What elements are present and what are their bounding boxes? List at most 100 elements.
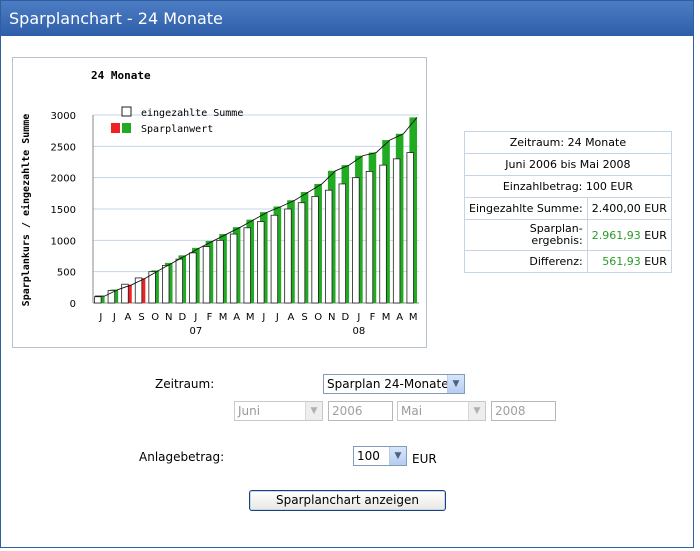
eingezahlt-bar bbox=[148, 271, 156, 304]
x-tick-label: A bbox=[396, 312, 403, 323]
y-tick-label: 2500 bbox=[51, 142, 76, 153]
eingezahlt-bar bbox=[311, 196, 319, 304]
x-tick-label: F bbox=[207, 312, 213, 323]
x-tick-label: D bbox=[341, 312, 349, 323]
chevron-down-icon: ▼ bbox=[389, 447, 406, 465]
summary-zeitraum: Zeitraum: 24 Monate bbox=[464, 131, 672, 154]
show-chart-button[interactable]: Sparplanchart anzeigen bbox=[249, 490, 446, 511]
end-year-input[interactable]: 2008 bbox=[491, 401, 556, 421]
summary-diff-number: 561,93 bbox=[602, 255, 641, 268]
x-tick-label: J bbox=[275, 312, 279, 323]
chevron-down-icon: ▼ bbox=[305, 402, 322, 420]
x-tick-label: A bbox=[288, 312, 295, 323]
end-month-value: Mai bbox=[401, 404, 423, 418]
eingezahlt-bar bbox=[379, 164, 387, 304]
start-year-input[interactable]: 2006 bbox=[328, 401, 393, 421]
eingezahlt-bar bbox=[365, 171, 374, 304]
eingezahlt-bar bbox=[216, 239, 224, 304]
eingezahlt-bar bbox=[94, 296, 102, 304]
x-tick-label: J bbox=[112, 312, 116, 323]
eingezahlt-bar bbox=[284, 208, 292, 304]
summary-result-label: Sparplan- ergebnis: bbox=[464, 219, 588, 251]
eingezahlt-bar bbox=[297, 202, 306, 304]
x-tick-label: S bbox=[138, 312, 144, 323]
x-tick-label: N bbox=[165, 312, 172, 323]
y-tick-label: 3000 bbox=[51, 111, 76, 122]
summary-result-label-2: ergebnis: bbox=[531, 234, 583, 247]
summary-row-range: Juni 2006 bis Mai 2008 bbox=[464, 153, 672, 176]
summary-table: Zeitraum: 24 Monate Juni 2006 bis Mai 20… bbox=[464, 131, 672, 273]
summary-periode: Juni 2006 bis Mai 2008 bbox=[464, 153, 672, 176]
x-tick-label: J bbox=[193, 312, 197, 323]
x-tick-label: J bbox=[261, 312, 265, 323]
x-tick-label: A bbox=[125, 312, 132, 323]
eingezahlt-bar bbox=[325, 189, 333, 304]
y-tick-label: 2000 bbox=[51, 174, 76, 185]
end-month-select[interactable]: Mai ▼ bbox=[397, 401, 486, 421]
chart-panel: 0 500 1000 1500 2000 2500 3000 J J A S O N D J F M A M J J A S… bbox=[12, 57, 427, 348]
eingezahlt-bar bbox=[189, 252, 197, 304]
eingezahlt-bar bbox=[243, 227, 251, 304]
x-tick-label: J bbox=[98, 312, 102, 323]
summary-result-number: 2.961,93 bbox=[591, 228, 641, 242]
anlagebetrag-unit: EUR bbox=[412, 452, 437, 466]
summary-result-unit: EUR bbox=[644, 228, 667, 242]
summary-row-diff: Differenz: 561,93 EUR bbox=[464, 250, 672, 273]
year-label: 07 bbox=[190, 326, 203, 337]
start-month-select[interactable]: Juni ▼ bbox=[234, 401, 323, 421]
legend-swatch-eingezahlt bbox=[121, 106, 132, 117]
x-tick-label: J bbox=[356, 312, 360, 323]
y-tick-label: 500 bbox=[57, 268, 76, 279]
summary-row-period: Zeitraum: 24 Monate bbox=[464, 131, 672, 154]
eingezahlt-bar bbox=[257, 221, 265, 304]
eingezahlt-bar bbox=[162, 264, 170, 304]
x-tick-label: N bbox=[328, 312, 335, 323]
x-tick-label: F bbox=[370, 312, 376, 323]
summary-row-result: Sparplan- ergebnis: 2.961,93 EUR bbox=[464, 219, 672, 251]
chevron-down-icon: ▼ bbox=[447, 375, 464, 393]
legend-label: eingezahlte Summe bbox=[141, 108, 243, 119]
x-tick-label: M bbox=[246, 312, 255, 323]
window-title: Sparplanchart - 24 Monate bbox=[1, 1, 693, 36]
eingezahlt-bar bbox=[202, 246, 211, 304]
savings-plan-chart: 050010001500200025003000J J A S O N D J F M A M J J A S… bbox=[20, 69, 419, 337]
eingezahlt-bar bbox=[392, 158, 401, 304]
legend-label: Sparplanwert bbox=[141, 124, 213, 135]
eingezahlt-bar bbox=[406, 152, 414, 304]
eingezahlt-bar bbox=[270, 214, 279, 304]
x-tick-label: A bbox=[233, 312, 240, 323]
eingezahlt-bar bbox=[338, 183, 346, 304]
x-tick-label: O bbox=[314, 312, 322, 323]
eingezahlt-bar bbox=[229, 233, 238, 304]
zeitraum-select-value: Sparplan 24-Monate bbox=[327, 377, 449, 391]
zeitraum-label: Zeitraum: bbox=[155, 377, 215, 391]
x-tick-label: D bbox=[178, 312, 186, 323]
y-tick-label: 0 bbox=[70, 299, 76, 310]
legend-swatch-sparplanwert bbox=[122, 123, 131, 133]
legend-swatch-negative bbox=[111, 123, 120, 133]
summary-row-paid: Eingezahlte Summe: 2.400,00 EUR bbox=[464, 197, 672, 220]
x-tick-label: S bbox=[301, 312, 307, 323]
year-label: 08 bbox=[353, 326, 366, 337]
x-tick-label: O bbox=[151, 312, 159, 323]
x-tick-label: M bbox=[382, 312, 391, 323]
anlagebetrag-value: 100 bbox=[357, 449, 380, 463]
y-tick-label: 1500 bbox=[51, 205, 76, 216]
summary-diff-unit: EUR bbox=[644, 255, 667, 268]
anlagebetrag-label: Anlagebetrag: bbox=[139, 450, 225, 464]
summary-row-amount: Einzahlbetrag: 100 EUR bbox=[464, 175, 672, 198]
zeitraum-select[interactable]: Sparplan 24-Monate ▼ bbox=[323, 374, 465, 394]
eingezahlt-bar bbox=[175, 258, 183, 304]
y-axis-label: Sparplankurs / eingezahlte Summe bbox=[20, 114, 32, 307]
summary-diff-label: Differenz: bbox=[464, 250, 588, 273]
summary-diff-value: 561,93 EUR bbox=[586, 250, 672, 273]
anlagebetrag-select[interactable]: 100 ▼ bbox=[353, 446, 407, 466]
y-tick-label: 1000 bbox=[51, 236, 76, 247]
summary-result-value: 2.961,93 EUR bbox=[586, 219, 672, 251]
eingezahlt-bar bbox=[352, 177, 360, 304]
x-tick-label: M bbox=[409, 312, 418, 323]
chart-title: 24 Monate bbox=[91, 69, 151, 82]
summary-paid-value: 2.400,00 EUR bbox=[586, 197, 672, 220]
x-tick-label: M bbox=[219, 312, 228, 323]
summary-einzahlbetrag: Einzahlbetrag: 100 EUR bbox=[464, 175, 672, 198]
